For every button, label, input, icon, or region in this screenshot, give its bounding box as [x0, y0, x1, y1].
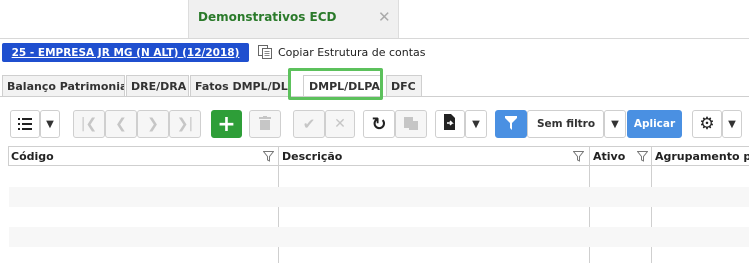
settings-dropdown[interactable]: ▼ — [722, 110, 742, 138]
close-icon[interactable]: ✕ — [378, 8, 391, 26]
company-link[interactable]: 25 - EMPRESA JR MG (N ALT) (12/2018) — [2, 43, 249, 62]
paste-button[interactable] — [395, 110, 427, 138]
document-tab-title: Demonstrativos ECD — [198, 10, 337, 24]
first-page-button[interactable]: |❮ — [73, 110, 105, 138]
table-row[interactable] — [9, 207, 749, 227]
column-header-agrupamento[interactable]: Agrupamento p/ — [655, 150, 749, 163]
cancel-icon: ✕ — [334, 116, 346, 132]
delete-button[interactable] — [249, 110, 281, 138]
settings-icon: ⚙ — [699, 114, 715, 134]
table-row[interactable] — [9, 227, 749, 247]
export-icon — [443, 114, 457, 134]
export-dropdown[interactable]: ▼ — [465, 110, 487, 138]
copy-structure-label[interactable]: Copiar Estrutura de contas — [278, 46, 426, 59]
table-row[interactable] — [9, 167, 749, 187]
next-page-button[interactable]: ❯ — [137, 110, 169, 138]
refresh-icon: ↻ — [371, 113, 387, 135]
previous-page-button[interactable]: ❮ — [105, 110, 137, 138]
confirm-button[interactable]: ✔ — [293, 110, 325, 138]
column-filter-icon[interactable] — [261, 149, 275, 163]
settings-button[interactable]: ⚙ — [692, 110, 722, 138]
column-filter-icon[interactable] — [635, 149, 649, 163]
last-page-icon: ❯| — [176, 116, 194, 132]
list-view-dropdown[interactable]: ▼ — [40, 110, 60, 138]
tab-balanco-patrimonial[interactable]: Balanço Patrimonial — [2, 75, 125, 96]
tab-divider — [0, 38, 749, 39]
first-page-icon: |❮ — [80, 116, 98, 132]
list-view-button[interactable] — [10, 110, 40, 138]
tab-dfc[interactable]: DFC — [386, 75, 422, 96]
column-header-descricao[interactable]: Descrição — [282, 150, 342, 163]
export-button[interactable] — [435, 110, 465, 138]
tab-dre-dra[interactable]: DRE/DRA — [126, 75, 189, 96]
filter-select-dropdown[interactable]: ▼ — [604, 110, 626, 138]
apply-button[interactable]: Aplicar — [627, 110, 682, 138]
next-page-icon: ❯ — [147, 116, 159, 132]
column-header-codigo[interactable]: Código — [11, 150, 54, 163]
paste-icon — [404, 115, 418, 134]
tab-fatos-dmpl-dlpa[interactable]: Fatos DMPL/DLPA — [190, 75, 290, 96]
refresh-button[interactable]: ↻ — [363, 110, 395, 138]
add-button[interactable]: + — [211, 110, 242, 138]
copy-structure-icon[interactable] — [257, 44, 273, 60]
table-row[interactable] — [9, 187, 749, 207]
column-header-ativo[interactable]: Ativo — [593, 150, 625, 163]
filter-icon — [505, 115, 517, 134]
filter-button[interactable] — [495, 110, 527, 138]
column-filter-icon[interactable] — [571, 149, 585, 163]
table-row[interactable] — [9, 247, 749, 263]
delete-icon — [259, 115, 271, 134]
cancel-button[interactable]: ✕ — [325, 110, 355, 138]
list-view-icon — [18, 115, 32, 134]
last-page-button[interactable]: ❯| — [169, 110, 201, 138]
filter-select[interactable]: Sem filtro — [527, 110, 604, 138]
previous-page-icon: ❮ — [115, 116, 127, 132]
add-icon: + — [217, 111, 236, 137]
confirm-icon: ✔ — [302, 115, 316, 133]
highlight-frame — [288, 68, 383, 100]
